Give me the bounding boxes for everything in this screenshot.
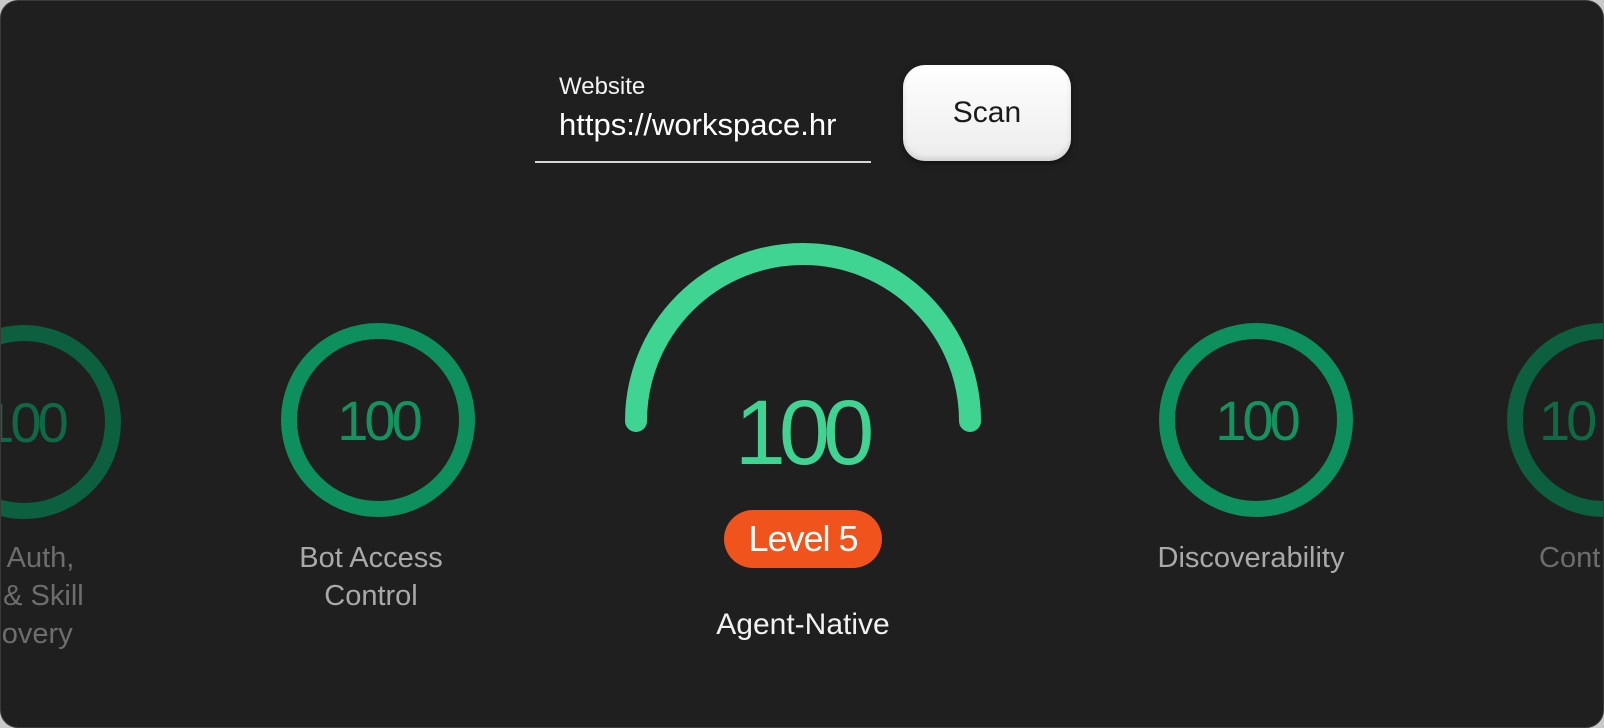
score-panel: Website Scan 100 l, Auth, P & Skill cove…	[0, 0, 1604, 728]
category-score: 100	[337, 388, 422, 452]
category-label-api-auth: l, Auth, P & Skill covery	[1, 539, 121, 653]
category-ring-bot-access-control: 100	[281, 323, 475, 517]
overall-score: 100	[734, 382, 875, 484]
label-line: Cont	[1539, 542, 1601, 574]
label-line: Bot Access	[299, 542, 443, 574]
label-line: covery	[1, 618, 73, 650]
level-badge: Level 5	[724, 510, 882, 568]
website-field-label: Website	[559, 73, 646, 100]
label-line: Discoverability	[1157, 542, 1345, 574]
label-line: Control	[324, 580, 418, 612]
level-name: Agent-Native	[716, 608, 890, 641]
category-score: 100	[1, 390, 69, 454]
website-field[interactable]: Website	[535, 67, 871, 163]
category-score: 100	[1215, 388, 1300, 452]
category-ring-api-auth: 100	[1, 325, 121, 519]
category-label-content: Cont	[1539, 539, 1603, 577]
scan-button[interactable]: Scan	[903, 65, 1071, 161]
category-ring-discoverability: 100	[1159, 323, 1353, 517]
label-line: l, Auth,	[1, 542, 75, 574]
category-label-discoverability: Discoverability	[1121, 539, 1381, 577]
label-line: P & Skill	[1, 580, 84, 612]
category-label-bot-access-control: Bot Access Control	[251, 539, 491, 615]
category-score: 10	[1539, 388, 1597, 452]
category-ring-content: 10	[1507, 323, 1603, 517]
website-input[interactable]	[559, 107, 859, 143]
